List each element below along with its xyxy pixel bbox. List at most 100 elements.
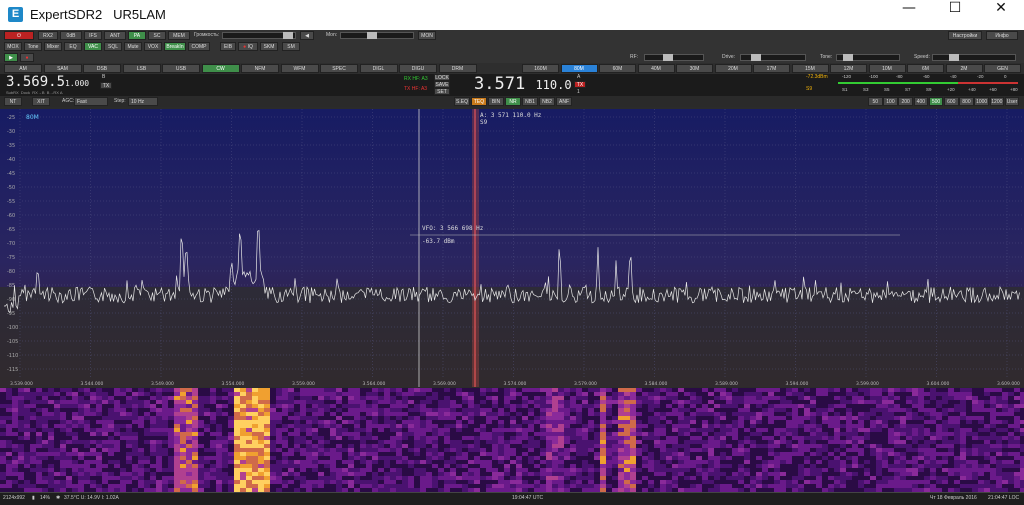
tone-button[interactable]: Tone [24,42,42,51]
filter-100[interactable]: 100 [883,97,898,106]
band-40m[interactable]: 40M [637,64,675,73]
dsp-bin[interactable]: BIN [488,97,504,106]
filter-800[interactable]: 800 [959,97,974,106]
speed-knob[interactable] [949,54,959,61]
vfo-b-frequency[interactable]: 3.569.51.000 [6,74,89,90]
band-2m[interactable]: 2M [945,64,983,73]
dsp-teq[interactable]: TEQ [471,97,487,106]
band-12m[interactable]: 12M [830,64,867,73]
att-button[interactable]: 0dB [60,31,82,40]
vox-button[interactable]: VOX [144,42,162,51]
dsp-nb2[interactable]: NB2 [539,97,555,106]
band-6m[interactable]: 6M [907,64,944,73]
vfo-b-mini-buttons[interactable]: SubRX Dock RX→B B→RX A [6,90,63,95]
drive-slider[interactable] [740,54,806,61]
mon-knob[interactable] [367,32,377,39]
mode-digu[interactable]: DIGU [399,64,437,73]
mode-sam[interactable]: SAM [43,64,82,73]
agc-select[interactable]: Fast [74,97,108,106]
sc-button[interactable]: SC [148,31,166,40]
power-button[interactable]: ⏻ [4,31,34,40]
filter-500[interactable]: 500 [928,97,944,106]
speaker-icon[interactable]: ◀ [300,31,314,40]
maximize-button[interactable]: ☐ [932,0,978,30]
mode-usb[interactable]: USB [162,64,200,73]
eib-button[interactable]: EIB [220,42,236,51]
spectrum-panel[interactable]: -25-30-35-40-45-50-55-60-65-70-75-80-85-… [0,109,1024,387]
sm-button[interactable]: SM [282,42,300,51]
band-30m[interactable]: 30M [676,64,713,73]
drive-knob[interactable] [751,54,761,61]
play-button[interactable]: ▶ [4,53,18,62]
band-17m[interactable]: 17M [753,64,790,73]
filter-400[interactable]: 400 [913,97,929,106]
rf-slider[interactable] [644,54,704,61]
tone-knob[interactable] [843,54,853,61]
ant-button[interactable]: ANT [104,31,126,40]
xit-button[interactable]: XIT [32,97,50,106]
mode-drm[interactable]: DRM [438,64,477,73]
info-button[interactable]: Инфо [986,31,1018,40]
waterfall-panel[interactable] [0,388,1024,492]
comp-button[interactable]: COMP [188,42,210,51]
dsp-seq[interactable]: S.EQ [454,97,470,106]
band-20m[interactable]: 20M [714,64,752,73]
mode-am[interactable]: AM [4,64,42,73]
mode-cw[interactable]: CW [201,64,240,73]
ifs-button[interactable]: IFS [84,31,102,40]
mode-wfm[interactable]: WFM [280,64,319,73]
mon-slider[interactable] [340,32,414,39]
set-button[interactable]: SET [434,88,450,95]
mon-button[interactable]: MON [418,31,436,40]
vfo-a-frequency[interactable]: 3.571 110.0 [474,74,572,94]
mixer-button[interactable]: Mixer [44,42,62,51]
rx2-button[interactable]: RX2 [38,31,58,40]
nt-button[interactable]: NT [4,97,22,106]
mode-lsb[interactable]: LSB [122,64,161,73]
mox-button[interactable]: MOX [4,42,22,51]
volume-slider[interactable] [222,32,296,39]
band-15m[interactable]: 15M [791,64,829,73]
step-select[interactable]: 10 Hz [128,97,158,106]
skm-button[interactable]: SKM [260,42,278,51]
mode-digl[interactable]: DIGL [359,64,398,73]
mem-button[interactable]: MEM [168,31,190,40]
save-button[interactable]: SAVE [434,81,450,88]
band-60m[interactable]: 60M [599,64,636,73]
mode-dsb[interactable]: DSB [83,64,121,73]
waterfall-cell [930,424,936,428]
eq-button[interactable]: EQ [64,42,82,51]
breakin-button[interactable]: BreakIn [164,42,186,51]
filter-1200[interactable]: 1200 [989,97,1005,106]
vfo-b-tx[interactable]: TX [100,82,112,89]
rec-button[interactable]: ● [20,53,34,62]
minimize-button[interactable]: — [886,0,932,30]
tone-slider[interactable] [836,54,900,61]
speed-slider[interactable] [932,54,1016,61]
dsp-nr[interactable]: NR [505,97,521,106]
rf-knob[interactable] [663,54,673,61]
band-10m[interactable]: 10M [868,64,906,73]
band-gen[interactable]: GEN [984,64,1021,73]
dsp-nb1[interactable]: NB1 [522,97,538,106]
band-80m[interactable]: 80M [560,64,598,73]
band-160m[interactable]: 160M [522,64,559,73]
filter-200[interactable]: 200 [898,97,913,106]
vfo-a-tx[interactable]: TX [574,81,586,88]
pa-button[interactable]: PA [128,31,146,40]
settings-button[interactable]: Настройки [948,31,982,40]
filter-50[interactable]: 50 [868,97,883,106]
mode-spec[interactable]: SPEC [320,64,358,73]
mute-button[interactable]: Mute [124,42,142,51]
close-button[interactable]: ✕ [978,0,1024,30]
filter-user[interactable]: User [1004,97,1020,106]
sql-button[interactable]: SQL [104,42,122,51]
record-button[interactable]: ● IQ [238,42,258,51]
filter-600[interactable]: 600 [944,97,959,106]
mode-nfm[interactable]: NFM [241,64,279,73]
lock-button[interactable]: LOCK [434,74,450,81]
filter-1000[interactable]: 1000 [974,97,989,106]
vac-button[interactable]: VAC [84,42,102,51]
volume-knob[interactable] [283,32,293,39]
dsp-anf[interactable]: ANF [556,97,572,106]
